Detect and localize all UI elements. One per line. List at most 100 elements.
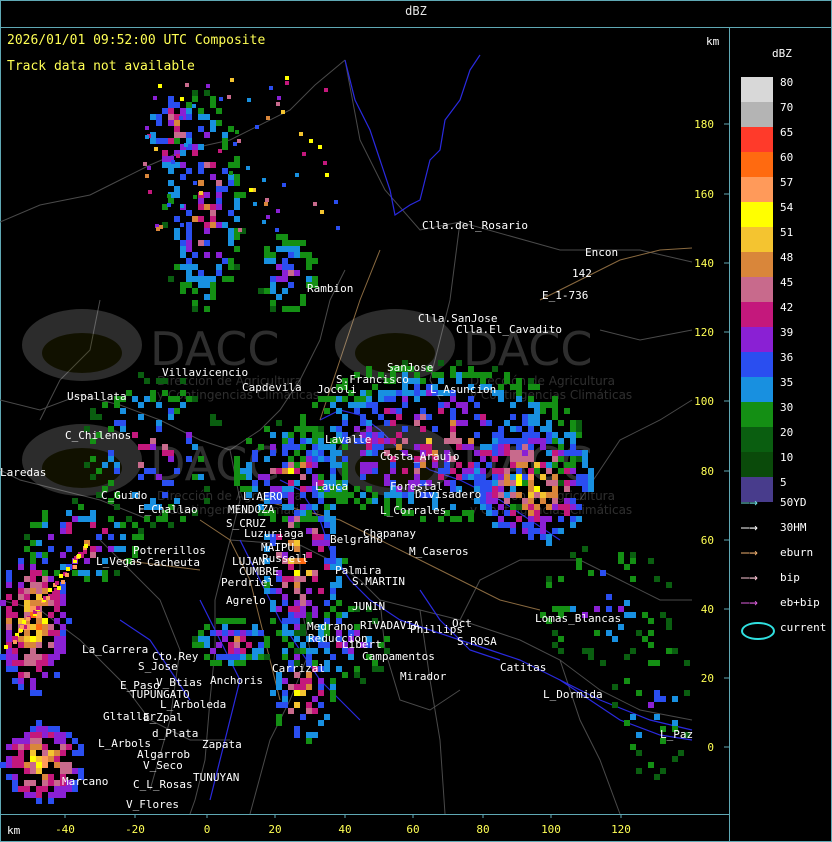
echo-cell [588,654,594,660]
echo-cell [516,480,522,486]
echo-cell [582,546,588,552]
echo-cell [486,444,492,450]
echo-cell [624,564,630,570]
echo-cell [24,546,30,552]
echo-cell [36,756,42,762]
echo-cell [528,444,534,450]
product-title: dBZ [405,4,427,18]
echo-cell [636,630,642,636]
echo-cell [22,620,26,624]
echo-cell [360,462,366,468]
echo-cell [258,474,264,480]
echo-cell [546,432,552,438]
echo-cell [216,630,222,636]
echo-cell [192,288,198,294]
echo-cell [24,606,30,612]
echo-cell [192,306,198,312]
current-ellipse-icon [741,622,775,640]
echo-cell [282,702,288,708]
place-label: C_Guido [101,489,147,502]
echo-cell [234,162,240,168]
echo-cell [30,744,36,750]
echo-cell [486,510,492,516]
echo-cell [18,588,24,594]
echo-cell [281,110,285,114]
echo-cell [174,228,180,234]
echo-cell [630,576,636,582]
echo-cell [282,183,286,187]
echo-cell [342,612,348,618]
echo-cell [270,432,276,438]
echo-cell [108,456,114,462]
echo-cell [318,588,324,594]
echo-cell [228,648,234,654]
echo-cell [336,498,342,504]
echo-cell [552,396,558,402]
echo-cell [612,684,618,690]
echo-cell [66,618,72,624]
echo-cell [492,450,498,456]
echo-cell [570,480,576,486]
echo-cell [30,636,36,642]
echo-cell [492,438,498,444]
echo-cell [408,378,414,384]
echo-cell [78,516,84,522]
echo-cell [480,480,486,486]
echo-cell [6,624,12,630]
echo-cell [276,420,282,426]
echo-cell [246,468,252,474]
echo-cell [528,480,534,486]
echo-cell [522,456,528,462]
echo-cell [120,522,126,528]
echo-cell [288,642,294,648]
echo-cell [138,462,144,468]
echo-cell [6,654,12,660]
echo-cell [540,408,546,414]
echo-cell [648,702,654,708]
echo-cell [90,414,96,420]
echo-cell [228,618,234,624]
echo-cell [180,246,186,252]
echo-cell [564,432,570,438]
echo-cell [154,147,158,151]
echo-cell [576,516,582,522]
echo-cell [48,642,54,648]
echo-cell [270,252,276,258]
echo-cell [414,384,420,390]
echo-cell [171,160,175,164]
legend-value-label: 20 [780,426,794,439]
echo-cell [534,462,540,468]
echo-cell [174,126,180,132]
echo-cell [234,642,240,648]
echo-cell [318,432,324,438]
echo-cell [36,522,42,528]
echo-cell [300,642,306,648]
echo-cell [156,426,162,432]
echo-cell [534,504,540,510]
echo-cell [318,444,324,450]
echo-cell [300,420,306,426]
echo-cell [372,666,378,672]
echo-cell [162,480,168,486]
echo-cell [288,504,294,510]
district-border [419,609,446,815]
echo-cell [510,474,516,480]
echo-cell [210,414,216,420]
echo-cell [228,234,234,240]
echo-cell [318,678,324,684]
echo-cell [73,565,77,569]
legend-value-label: 80 [780,76,794,89]
echo-cell [372,450,378,456]
echo-cell [558,516,564,522]
echo-cell [516,462,522,468]
echo-cell [588,648,594,654]
echo-cell [54,750,60,756]
echo-cell [48,588,52,592]
echo-cell [540,516,546,522]
echo-cell [534,414,540,420]
echo-cell [342,420,348,426]
legend-swatch [741,127,773,152]
echo-cell [648,618,654,624]
echo-cell [12,678,18,684]
echo-cell [570,420,576,426]
